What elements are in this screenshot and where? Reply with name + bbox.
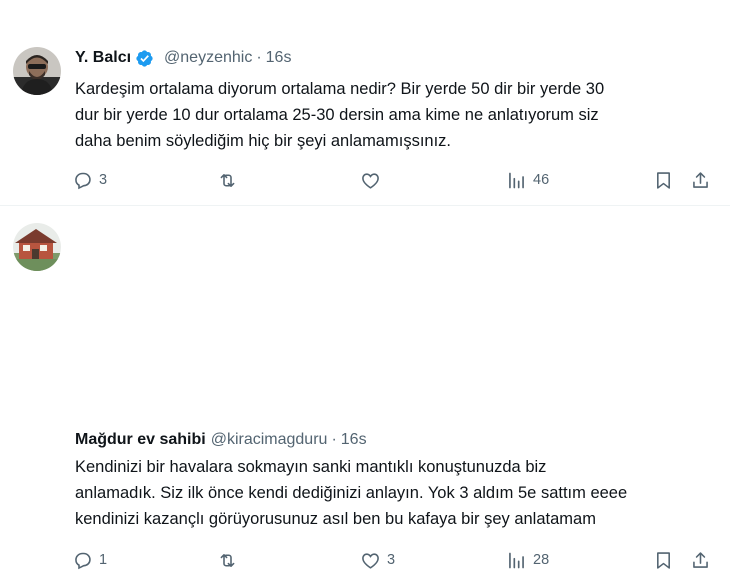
separator-dot: ·: [256, 49, 262, 66]
reply-button[interactable]: 1: [72, 546, 107, 574]
tweet[interactable]: Mağdur ev sahibi @kiracimagduru · 16s Ke…: [0, 206, 730, 569]
action-bar: 1 3 28: [60, 546, 725, 574]
timestamp[interactable]: 16s: [266, 49, 292, 67]
retweet-icon: [220, 173, 235, 187]
timestamp[interactable]: 16s: [341, 431, 367, 449]
retweet-icon: [220, 553, 235, 567]
tweet-text: Kardeşim ortalama diyorum ortalama nedir…: [75, 76, 715, 154]
reply-count: 3: [99, 172, 108, 188]
avatar[interactable]: [13, 47, 61, 95]
bookmark-button[interactable]: [653, 546, 674, 574]
share-button[interactable]: [690, 546, 711, 574]
tweet-text-line: dur bir yerde 10 dur ortalama 25-30 ders…: [75, 106, 599, 124]
separator-dot: ·: [331, 431, 337, 448]
tweet-text-line: anlamadık. Siz ilk önce kendi dediğinizi…: [75, 484, 628, 502]
like-count: 3: [387, 552, 396, 568]
tweet-header: Mağdur ev sahibi @kiracimagduru · 16s: [75, 429, 367, 451]
reply-button[interactable]: 3: [72, 166, 107, 194]
reply-icon: [75, 172, 91, 189]
author-name[interactable]: Mağdur ev sahibi: [75, 431, 206, 449]
like-button[interactable]: 3: [360, 546, 395, 574]
author-handle[interactable]: @kiracimagduru: [211, 431, 328, 449]
tweet-text-line: Kendinizi bir havalara sokmayın sanki ma…: [75, 458, 547, 476]
share-button[interactable]: [690, 166, 711, 194]
retweet-button[interactable]: [217, 166, 244, 194]
retweet-button[interactable]: [217, 546, 244, 574]
bookmark-icon: [657, 551, 670, 569]
view-count: 46: [533, 172, 550, 188]
verified-badge-icon: [136, 49, 153, 67]
author-name[interactable]: Y. Balcı: [75, 49, 131, 67]
like-icon: [362, 172, 379, 189]
views-button[interactable]: 28: [506, 546, 549, 574]
share-icon: [693, 171, 708, 188]
bookmark-icon: [657, 171, 670, 189]
reply-icon: [75, 552, 91, 569]
tweet-header: Y. Balcı @neyzenhic · 16s: [75, 47, 291, 69]
views-icon: [509, 552, 524, 568]
tweet-text-line: daha benim söylediğim hiç bir şeyi anlam…: [75, 132, 451, 150]
action-bar: 3 46: [60, 166, 725, 194]
tweet-text-line: Kardeşim ortalama diyorum ortalama nedir…: [75, 80, 605, 98]
view-count: 28: [533, 552, 550, 568]
avatar[interactable]: [13, 223, 61, 271]
author-handle[interactable]: @neyzenhic: [164, 49, 252, 67]
tweet-text: Kendinizi bir havalara sokmayın sanki ma…: [75, 454, 715, 532]
views-button[interactable]: 46: [506, 166, 549, 194]
bookmark-button[interactable]: [653, 166, 674, 194]
like-icon: [362, 552, 379, 569]
views-icon: [509, 172, 524, 188]
share-icon: [693, 551, 708, 568]
tweet[interactable]: Y. Balcı @neyzenhic · 16s Kardeşim ortal…: [0, 0, 730, 205]
reply-count: 1: [99, 552, 108, 568]
tweet-text-line: kendinizi kazançlı görüyorusunuz asıl be…: [75, 510, 596, 528]
like-button[interactable]: [360, 166, 387, 194]
